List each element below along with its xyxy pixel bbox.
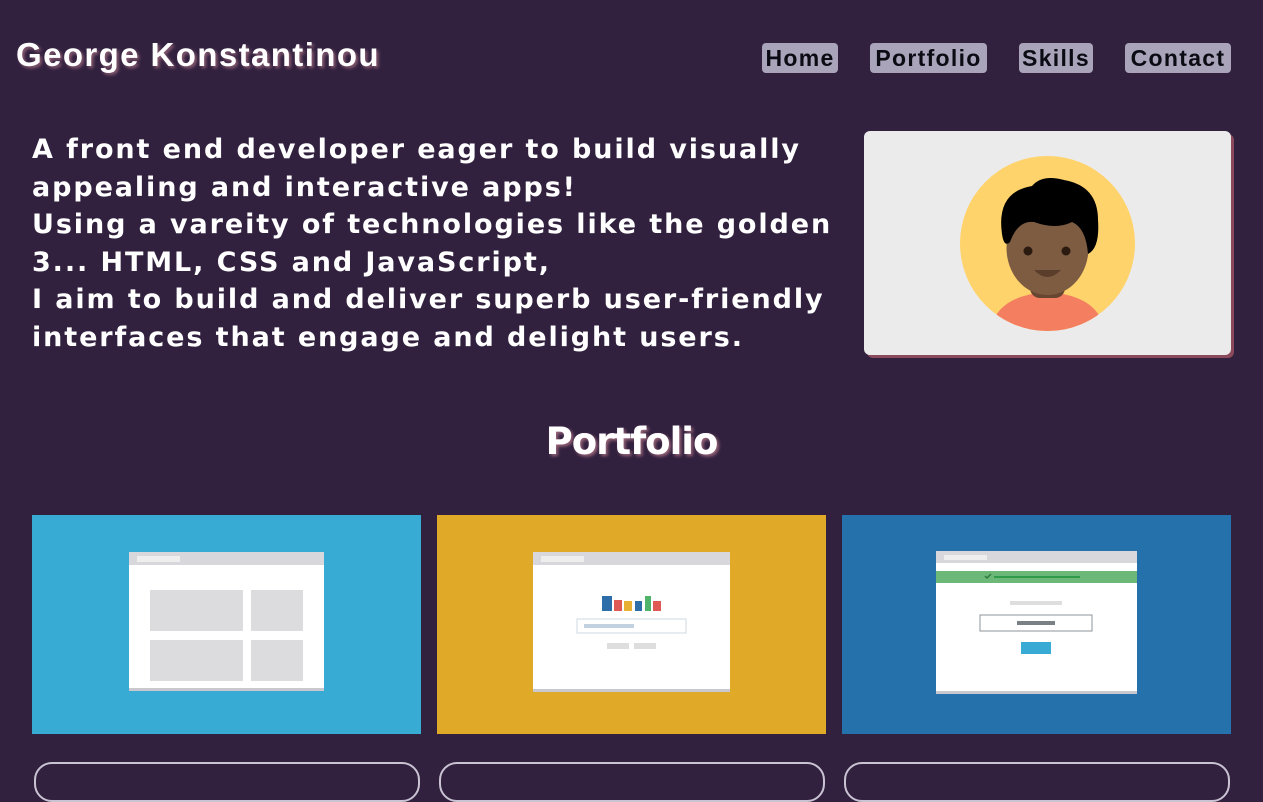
nav-portfolio-link[interactable]: Portfolio — [870, 43, 987, 73]
grid-layout-icon — [32, 515, 421, 734]
main-nav: Home Portfolio Skills Contact — [0, 43, 1263, 73]
intro-line: Using a vareity of technologies like the… — [32, 209, 833, 240]
nav-contact-link[interactable]: Contact — [1125, 43, 1231, 73]
intro-line: interfaces that engage and delight users… — [32, 321, 744, 353]
login-form-icon — [842, 515, 1231, 734]
portfolio-heading: Portfolio — [545, 420, 719, 463]
project-card-2[interactable] — [437, 515, 826, 734]
intro-line: I aim to build and deliver superb user-f… — [32, 284, 825, 315]
intro-line: appealing and interactive apps! — [32, 171, 577, 203]
nav-skills-link[interactable]: Skills — [1019, 43, 1093, 73]
intro-line: 3... HTML, CSS and JavaScript, — [32, 246, 551, 278]
bar-chart-search-icon — [437, 515, 826, 734]
intro-line: A front end developer eager to build vis… — [32, 134, 801, 165]
profile-card — [864, 131, 1231, 355]
project-2-button[interactable] — [439, 762, 825, 802]
nav-home-link[interactable]: Home — [762, 43, 838, 73]
project-3-button[interactable] — [844, 762, 1230, 802]
project-card-1[interactable] — [32, 515, 421, 734]
project-card-3[interactable] — [842, 515, 1231, 734]
avatar-icon — [960, 156, 1135, 331]
project-1-button[interactable] — [34, 762, 420, 802]
intro-text: A front end developer eager to build vis… — [32, 131, 833, 356]
